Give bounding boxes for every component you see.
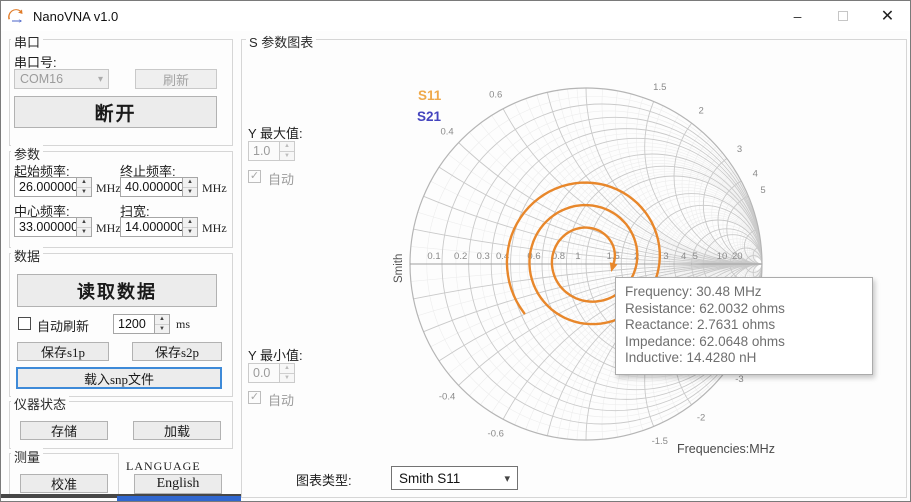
chart-tooltip: Frequency: 30.48 MHz Resistance: 62.0032 … (615, 277, 873, 375)
y-max-auto-checkbox[interactable]: ✓ (248, 170, 261, 183)
svg-text:-0.4: -0.4 (439, 391, 455, 402)
app-icon (8, 9, 23, 23)
svg-text:1.5: 1.5 (653, 82, 666, 93)
spinner-arrows[interactable]: ▲ ▼ (76, 218, 91, 236)
minimize-button[interactable]: – (775, 1, 820, 31)
svg-text:2: 2 (698, 106, 703, 117)
y-min-label: Y 最小值: (248, 348, 303, 363)
load-snp-button[interactable]: 载入snp文件 (16, 367, 222, 389)
refresh-button[interactable]: 刷新 (135, 69, 217, 89)
spinner-arrows[interactable]: ▲ ▼ (76, 178, 91, 196)
svg-text:3: 3 (663, 251, 668, 262)
auto-refresh-label: 自动刷新 (37, 319, 90, 334)
y-max-spinner[interactable]: 1.0 ▲ ▼ (248, 141, 295, 161)
spinner-arrows[interactable]: ▲ ▼ (182, 178, 197, 196)
svg-text:20: 20 (732, 251, 743, 262)
y-min-auto-checkbox[interactable]: ✓ (248, 391, 261, 404)
refresh-interval-spinner[interactable]: 1200 ▲ ▼ (113, 314, 170, 334)
save-s1p-button[interactable]: 保存s1p (17, 342, 109, 361)
save-s2p-button[interactable]: 保存s2p (132, 342, 222, 361)
svg-text:1: 1 (575, 251, 580, 262)
svg-text:10: 10 (717, 251, 728, 262)
chart-type-value: Smith S11 (399, 470, 461, 486)
span-spinner[interactable]: 14.000000 ▲ ▼ (120, 217, 198, 237)
language-label: LANGUAGE (126, 459, 201, 473)
language-button[interactable]: English (134, 474, 222, 494)
svg-text:-0.6: -0.6 (488, 428, 504, 439)
tooltip-row: Frequency: 30.48 MHz (625, 284, 762, 299)
y-min-auto-label: 自动 (268, 393, 295, 408)
svg-text:4: 4 (681, 251, 686, 262)
center-freq-spinner[interactable]: 33.000000 ▲ ▼ (14, 217, 92, 237)
store-button[interactable]: 存储 (20, 421, 108, 440)
tooltip-row: Reactance: 2.7631 ohms (625, 317, 776, 332)
maximize-button[interactable] (820, 1, 865, 31)
svg-text:3: 3 (737, 144, 742, 155)
svg-text:-3: -3 (735, 374, 743, 385)
spinner-arrows[interactable]: ▲ ▼ (279, 364, 294, 382)
y-max-label: Y 最大值: (248, 126, 303, 141)
serial-group-label: 串口 (11, 32, 44, 51)
svg-text:0.2: 0.2 (454, 251, 467, 262)
center-unit-label: MHz (96, 221, 121, 235)
disconnect-button[interactable]: 断开 (14, 96, 217, 128)
smith-axis-title: Smith (393, 253, 405, 283)
spinner-arrows[interactable]: ▲ ▼ (182, 218, 197, 236)
start-unit-label: MHz (96, 181, 121, 195)
maximize-icon (837, 11, 848, 21)
tooltip-row: Inductive: 14.4280 nH (625, 350, 757, 365)
data-group-label: 数据 (11, 246, 44, 265)
spinner-arrows[interactable]: ▲ ▼ (154, 315, 169, 333)
legend-s21: S21 (417, 109, 442, 124)
tooltip-row: Resistance: 62.0032 ohms (625, 300, 785, 316)
calibrate-button[interactable]: 校准 (20, 474, 108, 493)
auto-refresh-checkbox[interactable] (18, 317, 31, 330)
legend-s11: S11 (418, 88, 442, 103)
span-unit-label: MHz (202, 221, 227, 235)
read-data-button[interactable]: 读取数据 (17, 274, 217, 307)
svg-text:5: 5 (760, 185, 765, 196)
chart-type-select[interactable]: Smith S11 ▾ (391, 466, 518, 490)
svg-text:4: 4 (753, 169, 758, 180)
interval-unit-label: ms (176, 317, 191, 331)
y-min-spinner[interactable]: 0.0 ▲ ▼ (248, 363, 295, 383)
svg-text:0.4: 0.4 (440, 127, 453, 138)
app-window: NanoVNA v1.0 – ✕ 串口 串口号: COM16 ▾ 刷新 断开 参… (0, 0, 911, 502)
stop-freq-spinner[interactable]: 40.000000 ▲ ▼ (120, 177, 198, 197)
close-icon: ✕ (880, 8, 895, 25)
stop-unit-label: MHz (202, 181, 227, 195)
frequencies-note: Frequencies:MHz (677, 442, 775, 456)
svg-text:0.1: 0.1 (427, 251, 440, 262)
bottom-blue-strip (117, 496, 241, 501)
load-button[interactable]: 加载 (133, 421, 221, 440)
title-bar: NanoVNA v1.0 – ✕ (1, 1, 910, 31)
svg-text:-1.5: -1.5 (652, 436, 668, 447)
chevron-down-icon: ▾ (504, 472, 510, 485)
svg-text:0.3: 0.3 (477, 251, 490, 262)
serial-port-combo[interactable]: COM16 ▾ (14, 69, 109, 89)
close-button[interactable]: ✕ (865, 1, 910, 31)
spinner-arrows[interactable]: ▲ ▼ (279, 142, 294, 160)
window-title: NanoVNA v1.0 (33, 8, 119, 24)
measure-group-label: 测量 (11, 447, 44, 466)
tooltip-row: Impedance: 62.0648 ohms (625, 333, 785, 349)
svg-text:0.6: 0.6 (489, 90, 502, 101)
y-max-auto-label: 自动 (268, 172, 295, 187)
chart-type-label: 图表类型: (296, 473, 352, 488)
serial-port-value: COM16 (20, 72, 64, 86)
svg-text:-2: -2 (697, 412, 705, 423)
instrument-group-label: 仪器状态 (11, 394, 70, 413)
svg-text:5: 5 (693, 251, 698, 262)
chevron-down-icon: ▾ (97, 73, 103, 85)
start-freq-spinner[interactable]: 26.000000 ▲ ▼ (14, 177, 92, 197)
smith-chart[interactable]: 0.1 0.2 0.3 0.4 0.6 0.8 1 1.5 2 3 4 5 10 200.40.61.52… (243, 41, 903, 491)
